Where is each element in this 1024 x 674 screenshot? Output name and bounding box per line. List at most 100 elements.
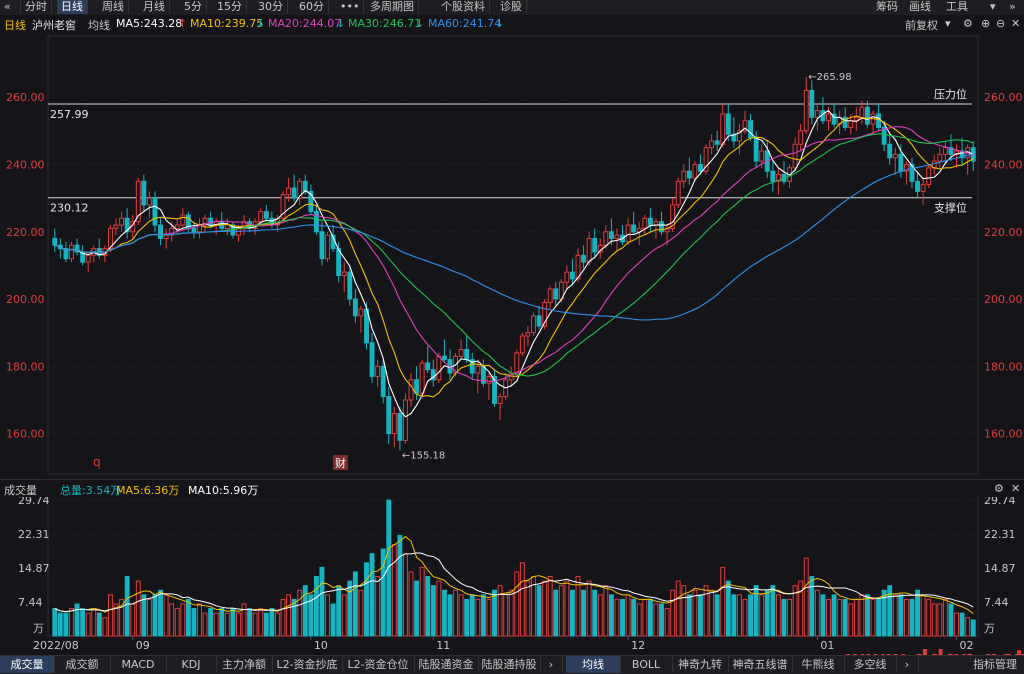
tab-main-net[interactable]: 主力净额 [216,656,273,673]
volume-bar [403,553,408,637]
volume-bar [826,598,831,637]
candle-body [714,140,720,145]
volume-bar [96,612,102,637]
tab-volume[interactable]: 成交量 [0,656,55,673]
candle-body [926,167,932,186]
tab-turnover[interactable]: 成交额 [54,656,111,673]
candle-body [642,217,648,229]
candle-body [525,332,531,337]
volume-bar [191,608,197,637]
candle-body [553,288,559,300]
candle-body [809,89,815,118]
settings-icon[interactable]: ⚙ [994,482,1004,495]
volume-bar [269,608,275,637]
tab-l2-position[interactable]: L2-资金仓位 [342,656,415,673]
tab-kdj[interactable]: KDJ [166,656,217,673]
volume-unit-left: 万 [33,622,44,635]
volume-bar [714,594,720,637]
candle-body [408,379,414,401]
q-marker: q [93,455,101,469]
volume-bar [224,612,230,637]
volume-bar [809,576,815,637]
candle-body [686,170,692,179]
price-panel-frame [47,35,979,475]
volume-bar [931,603,937,637]
volume-bar [608,594,614,637]
volume-bar [787,598,792,637]
tab-hk-fund[interactable]: 陆股通资金 [414,656,479,673]
candle-body [753,137,759,162]
support-label: 支撑位 [934,201,967,215]
volume-bar [970,619,976,637]
volume-bar [647,598,653,637]
chevron-right-icon[interactable]: › [540,656,563,673]
candle-body [152,197,158,226]
ma60-line [54,153,974,321]
candle-body [681,170,687,182]
chevron-right-icon[interactable]: › [896,656,919,673]
volume-bar [887,585,893,637]
volume-bar [397,534,403,637]
volume-bar [865,594,870,637]
volume-bar [85,612,91,637]
volume-bar [748,594,754,637]
candle-body [69,244,74,260]
tab-macd[interactable]: MACD [110,656,167,673]
candle-body [647,217,653,226]
volume-bar [375,576,381,637]
candle-body [614,234,620,239]
candle-body [892,153,898,159]
candle-body [497,396,503,404]
volume-bar [414,580,420,637]
volume-bar [313,576,319,637]
volume-bar [959,612,965,637]
volume-bar [330,603,336,637]
close-icon[interactable]: ✕ [1011,482,1020,495]
candle-body [341,271,347,277]
tab-magic-five[interactable]: 神奇五线谱 [728,656,793,673]
tab-long-short[interactable]: 多空线 [844,656,897,673]
volume-bar [213,612,219,637]
volume-bar [547,576,553,637]
volume-bar [124,576,130,637]
price-tick-label-right: 220.00 [984,226,1023,239]
volume-bar [725,580,731,637]
candle-body [347,271,353,300]
candle-body [358,308,364,317]
volume-bar [942,598,948,637]
candle-body [224,224,230,229]
candle-body [865,106,870,125]
volume-bar [263,612,269,637]
tab-bull-bear[interactable]: 牛熊线 [792,656,845,673]
kline-chart[interactable]: 160.00 160.00 180.00 180.00 200.00 200.00 220.… [0,0,1024,673]
tab-ma[interactable]: 均线 [566,656,621,673]
volume-total: 总量:3.54万 [60,484,122,497]
volume-bar [575,576,581,637]
volume-info-bar: 成交量 总量:3.54万 MA5:6.36万 MA10:5.96万 ⚙ ✕ [0,479,1024,497]
volume-bar [581,589,587,637]
volume-bar [569,589,575,637]
tab-l2-bottom[interactable]: L2-资金抄底 [272,656,343,673]
volume-bar [458,594,464,637]
tab-hk-hold[interactable]: 陆股通持股 [478,656,541,673]
candle-body [826,113,831,122]
candle-body [759,150,765,162]
volume-bar [469,594,475,637]
volume-bar [653,603,659,637]
volume-bar [280,598,286,637]
tab-indicator-manage[interactable]: 指标管理 [966,656,1024,673]
volume-bar [163,594,169,637]
volume-bar [519,562,525,637]
volume-bar [853,598,859,637]
price-tick-label-right: 180.00 [984,360,1023,373]
volume-bar [764,589,770,637]
tab-boll[interactable]: BOLL [620,656,673,673]
volume-bar [52,608,58,637]
volume-bar [453,589,459,637]
volume-bar [508,589,514,637]
volume-bar [57,612,63,637]
candle-body [163,234,169,239]
tab-magic-nine[interactable]: 神奇九转 [672,656,729,673]
volume-tick-label-right: 14.87 [984,562,1016,575]
volume-bar [781,598,787,637]
